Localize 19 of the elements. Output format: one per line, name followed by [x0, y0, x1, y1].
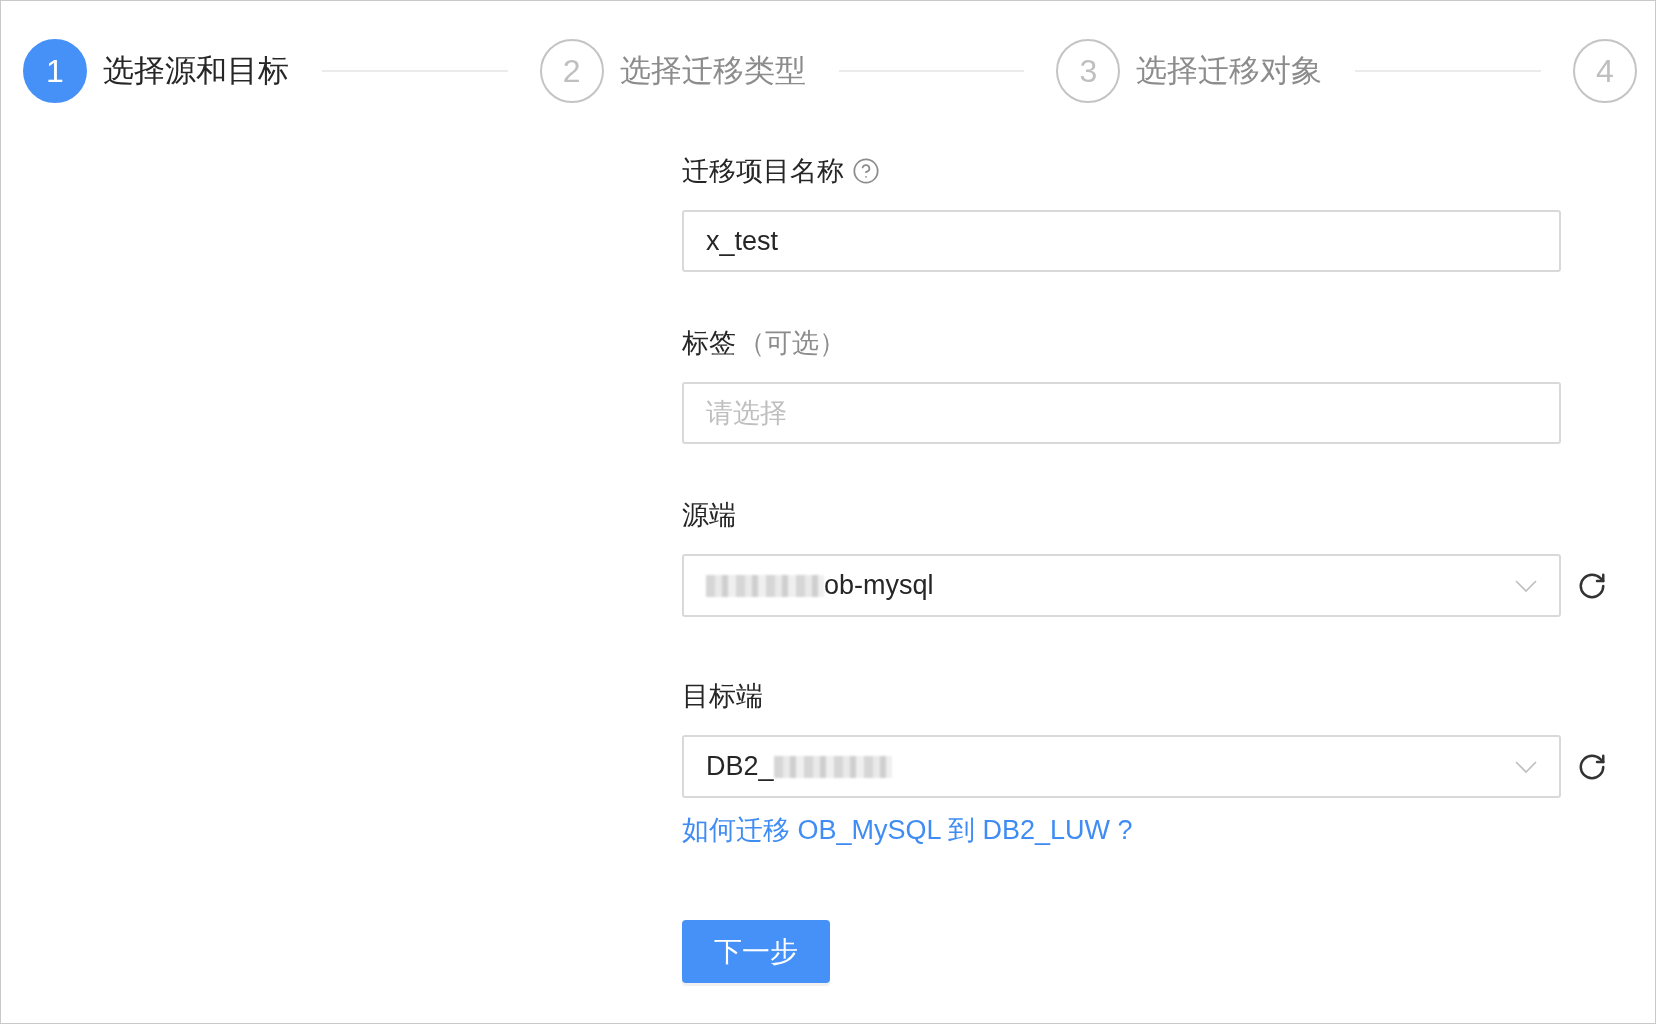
- field-label: 源端: [682, 499, 736, 532]
- chevron-down-icon: [1515, 760, 1537, 773]
- optional-hint: （可选）: [738, 327, 846, 360]
- step-title: 选择迁移对象: [1136, 52, 1323, 90]
- step-number: 4: [1573, 39, 1637, 103]
- tag-select-input[interactable]: 请选择: [682, 382, 1561, 444]
- field-label: 标签: [682, 327, 736, 360]
- step-number: 3: [1056, 39, 1121, 103]
- step-number: 2: [539, 39, 604, 103]
- field-label: 迁移项目名称: [682, 155, 844, 188]
- text-input[interactable]: x_test: [682, 210, 1561, 272]
- select-field[interactable]: ob-mysql: [682, 554, 1561, 617]
- field-label: 目标端: [682, 680, 763, 713]
- select-field[interactable]: DB2_: [682, 735, 1561, 798]
- step-title: 选择源和目标: [103, 52, 289, 90]
- chevron-down-icon: [1515, 579, 1537, 592]
- step-title: 选择迁移类型: [619, 52, 806, 90]
- step-number: 1: [23, 39, 87, 103]
- help-icon[interactable]: [852, 157, 880, 185]
